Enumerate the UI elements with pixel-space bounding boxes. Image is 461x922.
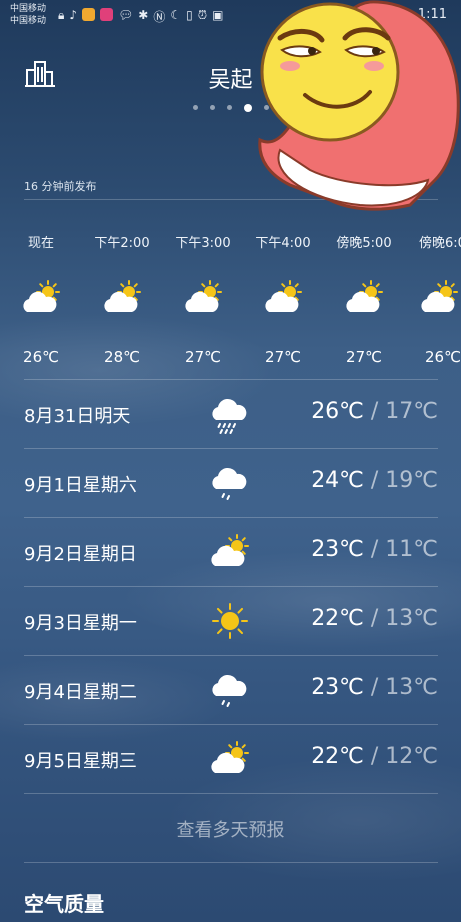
temp-high: 23℃ <box>311 537 364 562</box>
partly-cloudy-icon <box>243 280 323 320</box>
hour-item: 现在 26℃ <box>1 232 81 366</box>
hour-temp: 28℃ <box>104 348 140 366</box>
hour-time: 下午4:00 <box>255 236 311 251</box>
day-label: 9月5日星期三 <box>24 751 137 772</box>
chat-icon: 💬︎ <box>118 8 134 22</box>
divider <box>24 862 438 863</box>
app-pink-icon <box>100 8 114 21</box>
temp-low: 11℃ <box>385 537 438 562</box>
daily-row[interactable]: 9月4日星期二 23℃ / 13℃ <box>24 656 438 725</box>
hour-item: 下午2:00 28℃ <box>82 232 162 366</box>
hour-temp: 26℃ <box>425 348 461 366</box>
temp-separator: / <box>363 675 386 700</box>
day-label: 9月1日星期六 <box>24 475 137 496</box>
hour-time: 傍晚5:00 <box>336 236 392 251</box>
nfc-icon: Ⓝ <box>153 10 166 24</box>
page-dot <box>209 105 215 110</box>
temp-low: 13℃ <box>385 675 438 700</box>
temp-high: 22℃ <box>311 744 364 769</box>
hourly-forecast[interactable]: 现在 26℃ 下午2:00 28℃ 下午3:00 27℃ 下午4:00 27℃ … <box>0 232 461 366</box>
hour-temp: 27℃ <box>346 348 382 366</box>
partly-cloudy-icon <box>324 280 404 320</box>
moon-icon: ☾ <box>170 8 182 22</box>
divider <box>24 793 438 794</box>
temp-separator: / <box>363 744 386 769</box>
temp-low: 17℃ <box>385 399 438 424</box>
day-label: 9月4日星期二 <box>24 682 137 703</box>
temp-separator: / <box>363 606 386 631</box>
app-orange-icon <box>82 8 96 21</box>
hour-time: 下午3:00 <box>175 236 231 251</box>
temp-high: 26℃ <box>311 399 364 424</box>
temp-separator: / <box>363 399 386 424</box>
hour-temp: 27℃ <box>185 348 221 366</box>
tiktok-icon: ♪ <box>69 8 78 22</box>
partly-cloudy-icon <box>82 280 162 320</box>
daily-row[interactable]: 9月1日星期六 24℃ / 19℃ <box>24 449 438 518</box>
temp-high: 24℃ <box>311 468 364 493</box>
day-temp: 23℃ / 11℃ <box>311 537 438 562</box>
temp-low: 13℃ <box>385 606 438 631</box>
hour-time: 现在 <box>27 236 54 251</box>
carrier-1: 中国移动 <box>10 4 47 14</box>
hour-temp: 27℃ <box>265 348 301 366</box>
publish-time: 16 分钟前发布 <box>24 180 97 193</box>
page-dot <box>226 105 232 110</box>
partly-cloudy-icon <box>211 741 249 773</box>
partly-cloudy-icon <box>211 534 249 566</box>
emoji-sticker <box>258 0 460 211</box>
lock-icon: 🔒︎ <box>58 8 65 22</box>
carrier-2: 中国移动 <box>10 16 47 26</box>
hour-time: 下午2:00 <box>94 236 150 251</box>
partly-cloudy-icon <box>163 280 243 320</box>
status-icons: 🔒︎ ♪ 💬︎ ✱ Ⓝ ☾ ▯ ⏰︎ ▣ <box>58 8 223 25</box>
temp-separator: / <box>363 537 386 562</box>
vibrate-icon: ▯ <box>186 8 193 22</box>
page-dot <box>192 105 198 110</box>
day-temp: 22℃ / 12℃ <box>311 744 438 769</box>
hd-icon: ▣ <box>212 8 224 22</box>
hour-temp: 26℃ <box>23 348 59 366</box>
day-temp: 22℃ / 13℃ <box>311 606 438 631</box>
hour-item: 傍晚5:00 27℃ <box>324 232 404 366</box>
temp-separator: / <box>363 468 386 493</box>
temp-high: 22℃ <box>311 606 364 631</box>
sunny-icon <box>212 603 248 639</box>
day-label: 9月2日星期日 <box>24 544 137 565</box>
daily-row[interactable]: 8月31日明天 26℃ / 17℃ <box>24 380 438 449</box>
daily-row[interactable]: 9月5日星期三 22℃ / 12℃ <box>24 725 438 794</box>
daily-row[interactable]: 9月2日星期日 23℃ / 11℃ <box>24 518 438 587</box>
hour-item: 下午3:00 27℃ <box>163 232 243 366</box>
day-temp: 24℃ / 19℃ <box>311 468 438 493</box>
partly-cloudy-icon <box>1 280 81 320</box>
day-temp: 23℃ / 13℃ <box>311 675 438 700</box>
hour-time: 傍晚6:0 <box>419 236 461 251</box>
carrier-info: 中国移动 中国移动 <box>10 3 46 27</box>
hour-item: 傍晚6:0 26℃ <box>405 232 461 366</box>
bluetooth-icon: ✱ <box>138 8 149 22</box>
alarm-icon: ⏰︎ <box>197 8 208 22</box>
light-rain-icon <box>212 674 247 707</box>
temp-high: 23℃ <box>311 675 364 700</box>
temp-low: 12℃ <box>385 744 438 769</box>
hour-item: 下午4:00 27℃ <box>243 232 323 366</box>
daily-row[interactable]: 9月3日星期一 22℃ / 13℃ <box>24 587 438 656</box>
day-label: 9月3日星期一 <box>24 613 137 634</box>
more-forecast-link[interactable]: 查看多天预报 <box>0 816 461 842</box>
air-quality-title: 空气质量 <box>24 892 104 916</box>
day-label: 8月31日明天 <box>24 406 131 427</box>
rain-icon <box>212 398 247 434</box>
temp-low: 19℃ <box>385 468 438 493</box>
day-temp: 26℃ / 17℃ <box>311 399 438 424</box>
partly-cloudy-icon <box>419 280 461 320</box>
light-rain-icon <box>212 467 247 500</box>
